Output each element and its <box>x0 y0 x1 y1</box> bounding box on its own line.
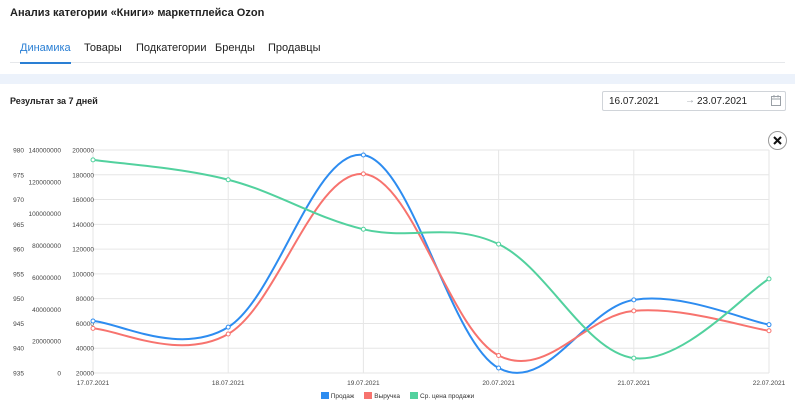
legend-label: Выручка <box>374 393 401 400</box>
x-tick-label: 18.07.2021 <box>212 380 245 387</box>
x-tick-label: 21.07.2021 <box>618 380 651 387</box>
y-tick-label-revenue: 100000000 <box>28 211 61 218</box>
series-line-1 <box>92 172 770 363</box>
y-tick-label-revenue: 140000000 <box>28 148 61 155</box>
arrow-right-icon: → <box>685 95 695 106</box>
date-range-picker[interactable]: 16.07.2021 → 23.07.2021 <box>602 91 786 111</box>
legend-label: Продаж <box>330 393 355 400</box>
series-point-1 <box>496 352 502 358</box>
y-tick-label-price: 940 <box>13 346 24 353</box>
legend-swatch <box>320 392 329 399</box>
y-tick-label-revenue: 80000000 <box>32 243 61 250</box>
y-tick-label-price: 935 <box>13 371 24 378</box>
y-tick-label-price: 960 <box>13 247 24 254</box>
legend-swatch <box>410 392 419 399</box>
tab-sellers[interactable]: Продавцы <box>268 42 321 62</box>
y-tick-label-sales: 180000 <box>72 172 94 179</box>
series-point-2 <box>360 226 366 232</box>
series-point-2 <box>90 157 96 163</box>
chart-legend: Продаж Выручка Ср. цена продажи <box>0 392 795 400</box>
y-tick-label-price: 970 <box>13 197 24 204</box>
page-title: Анализ категории «Книги» маркетплейса Oz… <box>10 7 265 19</box>
legend-item[interactable]: Продаж <box>320 392 355 400</box>
series-point-0 <box>225 324 231 330</box>
y-tick-label-sales: 20000 <box>76 371 94 378</box>
result-heading: Результат за 7 дней <box>10 96 98 106</box>
tab-brands[interactable]: Бренды <box>215 42 255 62</box>
series-point-1 <box>631 308 637 314</box>
y-tick-label-sales: 160000 <box>72 197 94 204</box>
y-tick-label-price: 950 <box>13 296 24 303</box>
series-line-0 <box>92 153 770 374</box>
legend-label: Ср. цена продажи <box>420 393 475 400</box>
series-point-1 <box>225 331 231 337</box>
legend-item[interactable]: Ср. цена продажи <box>410 392 474 400</box>
y-tick-label-price: 975 <box>13 172 24 179</box>
series-point-0 <box>766 322 772 328</box>
tabs-bar: Динамика Товары Подкатегории Бренды Прод… <box>10 36 785 64</box>
y-tick-label-sales: 80000 <box>76 296 94 303</box>
series-point-1 <box>90 325 96 331</box>
x-tick-label: 20.07.2021 <box>482 380 515 387</box>
date-from[interactable]: 16.07.2021 <box>609 96 659 107</box>
x-tick-label: 17.07.2021 <box>77 380 110 387</box>
y-tick-label-price: 965 <box>13 222 24 229</box>
calendar-icon[interactable] <box>771 95 781 109</box>
y-tick-label-price: 945 <box>13 321 24 328</box>
series-point-2 <box>766 276 772 282</box>
y-tick-label-sales: 140000 <box>72 222 94 229</box>
legend-item[interactable]: Выручка <box>364 392 400 400</box>
tab-subcategories[interactable]: Подкатегории <box>136 42 206 62</box>
x-tick-label: 22.07.2021 <box>753 380 786 387</box>
series-point-0 <box>90 318 96 324</box>
x-tick-label: 19.07.2021 <box>347 380 380 387</box>
tab-products[interactable]: Товары <box>84 42 122 62</box>
tab-dynamics[interactable]: Динамика <box>20 42 71 64</box>
series-line-2 <box>92 158 770 360</box>
y-tick-label-sales: 120000 <box>72 247 94 254</box>
y-tick-label-revenue: 40000000 <box>32 307 61 314</box>
y-tick-label-sales: 200000 <box>72 148 94 155</box>
series-point-2 <box>496 241 502 247</box>
series-point-0 <box>496 365 502 371</box>
y-tick-label-price: 980 <box>13 148 24 155</box>
date-to[interactable]: 23.07.2021 <box>697 96 747 107</box>
series-point-0 <box>360 152 366 158</box>
series-point-1 <box>360 171 366 177</box>
y-tick-label-revenue: 0 <box>57 371 61 378</box>
legend-swatch <box>364 392 373 399</box>
y-tick-label-price: 955 <box>13 271 24 278</box>
y-tick-label-sales: 100000 <box>72 271 94 278</box>
section-divider-band <box>0 74 795 84</box>
y-tick-label-revenue: 20000000 <box>32 339 61 346</box>
series-point-0 <box>631 297 637 303</box>
series-point-1 <box>766 328 772 334</box>
y-tick-label-revenue: 60000000 <box>32 275 61 282</box>
series-point-2 <box>631 355 637 361</box>
series-point-2 <box>225 177 231 183</box>
y-tick-label-revenue: 120000000 <box>28 179 61 186</box>
y-tick-label-sales: 40000 <box>76 346 94 353</box>
line-chart: 935 940 945 950 955 960 965 970 975 980 0 20000000 4… <box>13 148 786 388</box>
